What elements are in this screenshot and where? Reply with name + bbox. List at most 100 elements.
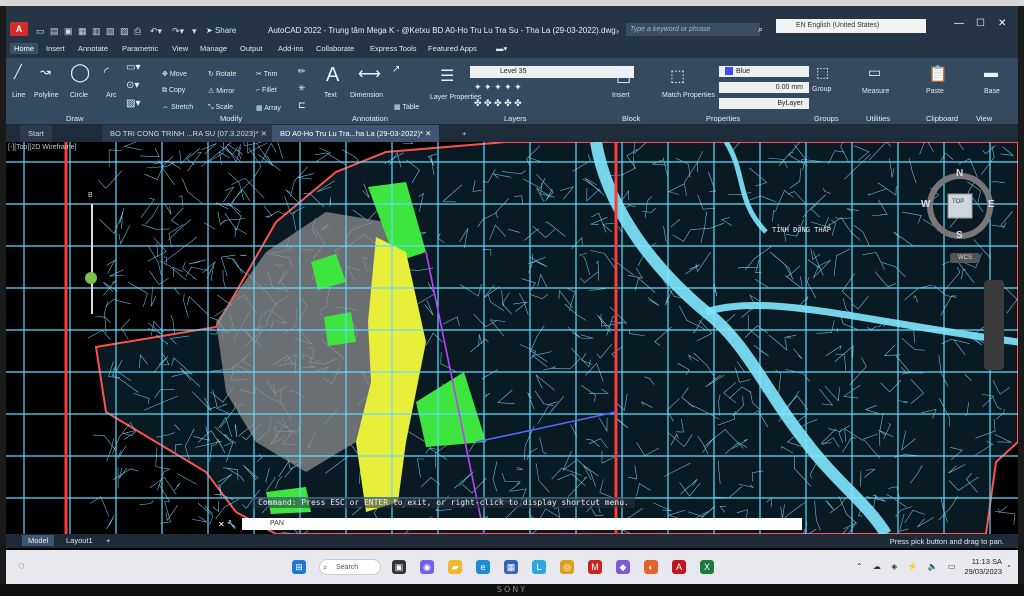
add-layout-icon[interactable]: + <box>100 535 116 546</box>
block-panel-title[interactable]: Block <box>622 114 640 123</box>
chevron-right-icon[interactable]: › <box>616 26 619 36</box>
mcafee-icon[interactable]: M <box>588 560 602 574</box>
offset-icon[interactable]: ⊏ <box>298 100 306 111</box>
layer-tools-icons[interactable]: ✤ ✤ ✤ ✤ ✤ <box>474 98 522 109</box>
tab-document-1[interactable]: BO TRI CONG TRINH ...RA SU (07.3.2023)* … <box>102 125 275 142</box>
circle-button[interactable]: Circle <box>70 92 88 99</box>
compass-north[interactable]: N <box>956 168 963 179</box>
chrome-icon[interactable]: ◎ <box>560 560 574 574</box>
new-tab-icon[interactable]: + <box>454 125 474 142</box>
properties-panel-title[interactable]: Properties <box>706 114 740 123</box>
stretch-button[interactable]: ⇔ Stretch <box>162 104 193 111</box>
tab-view[interactable]: View <box>172 44 188 53</box>
ribbon-options-icon[interactable]: ▬▾ <box>496 44 507 53</box>
close-tab-icon[interactable]: ✕ <box>425 129 431 138</box>
paste-icon[interactable]: 📋 <box>928 64 948 84</box>
leader-icon[interactable]: ↗ <box>392 64 400 75</box>
copy-button[interactable]: ⧉ Copy <box>162 87 185 95</box>
close-icon[interactable]: ✕ <box>998 18 1006 29</box>
firefox-icon[interactable]: ◐ <box>644 560 658 574</box>
windows-start-icon[interactable]: ⊞ <box>292 560 306 574</box>
draw-panel-title[interactable]: Draw <box>66 114 84 123</box>
circle-icon[interactable]: ◯ <box>70 62 90 83</box>
tab-manage[interactable]: Manage <box>200 44 227 53</box>
arc-button[interactable]: Arc <box>106 92 117 99</box>
minimize-icon[interactable]: — <box>954 18 964 29</box>
polyline-icon[interactable]: ↝ <box>40 64 51 80</box>
viewport-controls-label[interactable]: [-][Top][2D Wireframe] <box>8 144 76 151</box>
edge-icon[interactable]: e <box>476 560 490 574</box>
tab-model[interactable]: Model <box>22 535 55 546</box>
layer-state-icons[interactable]: ✦ ✦ ✦ ✦ ✦ <box>474 82 522 93</box>
compass-east[interactable]: E <box>988 199 995 210</box>
autocad-taskbar-icon[interactable]: A <box>672 560 686 574</box>
tab-featured-apps[interactable]: Featured Apps <box>428 44 477 53</box>
text-button[interactable]: Text <box>324 92 337 99</box>
tab-parametric[interactable]: Parametric <box>122 44 158 53</box>
mirror-button[interactable]: ⚠ Mirror <box>208 87 235 95</box>
dimension-icon[interactable]: ⟷ <box>358 64 381 84</box>
share-button[interactable]: ➤ Share <box>206 26 236 35</box>
scale-button[interactable]: ⤡ Scale <box>208 104 233 112</box>
line-icon[interactable]: ╱ <box>14 64 22 80</box>
groups-panel-title[interactable]: Groups <box>814 114 839 123</box>
printer-icon[interactable]: ⎙ <box>134 26 141 37</box>
taskbar-search[interactable]: Search <box>319 559 381 575</box>
open-file-icon[interactable]: ▤ <box>50 26 59 37</box>
layers-panel-title[interactable]: Layers <box>504 114 527 123</box>
hatch-icon[interactable]: ⊙▾ <box>126 80 139 91</box>
text-icon[interactable]: A <box>326 64 339 87</box>
new-file-icon[interactable]: ▭ <box>36 26 45 37</box>
polyline-button[interactable]: Polyline <box>34 92 59 99</box>
app-l-icon[interactable]: L <box>532 560 546 574</box>
search-icon[interactable]: ⌕ <box>758 24 763 35</box>
rotate-button[interactable]: ↻ Rotate <box>208 70 236 78</box>
tab-start[interactable]: Start <box>20 125 52 142</box>
excel-icon[interactable]: X <box>700 560 714 574</box>
lineweight-dropdown[interactable]: 0.00 mm <box>719 82 809 93</box>
close-tab-icon[interactable]: ✕ <box>261 129 267 138</box>
dimension-button[interactable]: Dimension <box>350 92 383 99</box>
erase-icon[interactable]: ✏ <box>298 66 306 77</box>
match-properties-button[interactable]: Match Properties <box>662 92 715 99</box>
rectangle-icon[interactable]: ▭▾ <box>126 62 140 73</box>
compass-south[interactable]: S <box>956 230 963 241</box>
widgets-icon[interactable]: ◌ <box>18 560 25 572</box>
tab-layout1[interactable]: Layout1 <box>60 535 99 546</box>
navigation-bar[interactable] <box>984 280 1004 370</box>
base-button[interactable]: Base <box>984 88 1000 95</box>
clipboard-panel-title[interactable]: Clipboard <box>926 114 958 123</box>
group-button[interactable]: Group <box>812 86 831 93</box>
wcs-menu[interactable]: WCS <box>950 253 980 263</box>
explode-icon[interactable]: ✳ <box>298 83 306 94</box>
view-panel-title[interactable]: View <box>976 114 992 123</box>
plot-icon[interactable]: ▨ <box>120 26 129 37</box>
color-dropdown[interactable]: Blue <box>719 66 809 77</box>
array-button[interactable]: ▦ Array <box>256 104 281 112</box>
tab-annotate[interactable]: Annotate <box>78 44 108 53</box>
chat-icon[interactable]: ◉ <box>420 560 434 574</box>
measure-icon[interactable]: ▭ <box>868 64 881 81</box>
group-icon[interactable]: ⬚ <box>816 64 829 81</box>
tab-add-ins[interactable]: Add-ins <box>278 44 303 53</box>
save-as-icon[interactable]: ▦ <box>78 26 87 37</box>
tab-output[interactable]: Output <box>240 44 263 53</box>
annotation-panel-title[interactable]: Annotation <box>352 114 388 123</box>
open-web-icon[interactable]: ▧ <box>106 26 115 37</box>
viewcube-top-face[interactable]: TOP <box>952 199 964 205</box>
measure-button[interactable]: Measure <box>862 88 889 95</box>
table-button[interactable]: ▦ Table <box>394 103 419 111</box>
tab-express-tools[interactable]: Express Tools <box>370 44 417 53</box>
clock[interactable]: 11:13 SA 29/03/2023 <box>942 557 1002 577</box>
arc-icon[interactable]: ◜ <box>104 64 109 80</box>
help-search-input[interactable]: Type a keyword or phrase <box>626 23 760 36</box>
base-view-icon[interactable]: ▬ <box>984 64 998 80</box>
qa-dropdown-icon[interactable]: ▾ <box>192 26 197 37</box>
compass-west[interactable]: W <box>921 199 930 210</box>
region-icon[interactable]: ▨▾ <box>126 98 140 109</box>
tab-document-2[interactable]: BD A0-Ho Tru Lu Tra...ha La (29-03-2022)… <box>272 125 440 142</box>
web-save-icon[interactable]: ▥ <box>92 26 101 37</box>
command-line-close-icon[interactable]: ✕ 🔧 <box>218 520 237 529</box>
match-properties-icon[interactable]: ⬚ <box>670 66 685 86</box>
file-explorer-icon[interactable]: ▰ <box>448 560 462 574</box>
